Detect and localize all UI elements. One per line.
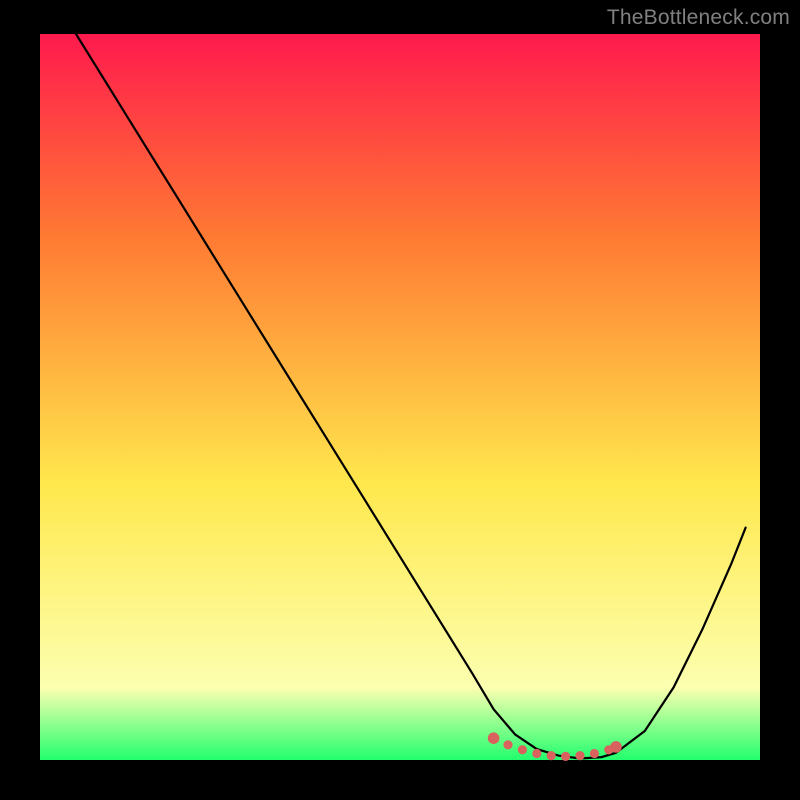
- low-band-dot: [532, 749, 541, 758]
- low-band-dot: [590, 749, 599, 758]
- low-band-dot: [575, 751, 584, 760]
- low-band-dot: [488, 732, 500, 744]
- watermark-text: TheBottleneck.com: [607, 6, 790, 30]
- low-band-dot: [610, 741, 622, 753]
- low-band-dot: [518, 745, 527, 754]
- plot-background: [40, 34, 760, 760]
- chart-container: TheBottleneck.com: [0, 0, 800, 800]
- low-band-dot: [547, 751, 556, 760]
- low-band-dot: [503, 740, 512, 749]
- low-band-dot: [561, 752, 570, 761]
- bottleneck-chart-svg: [0, 0, 800, 800]
